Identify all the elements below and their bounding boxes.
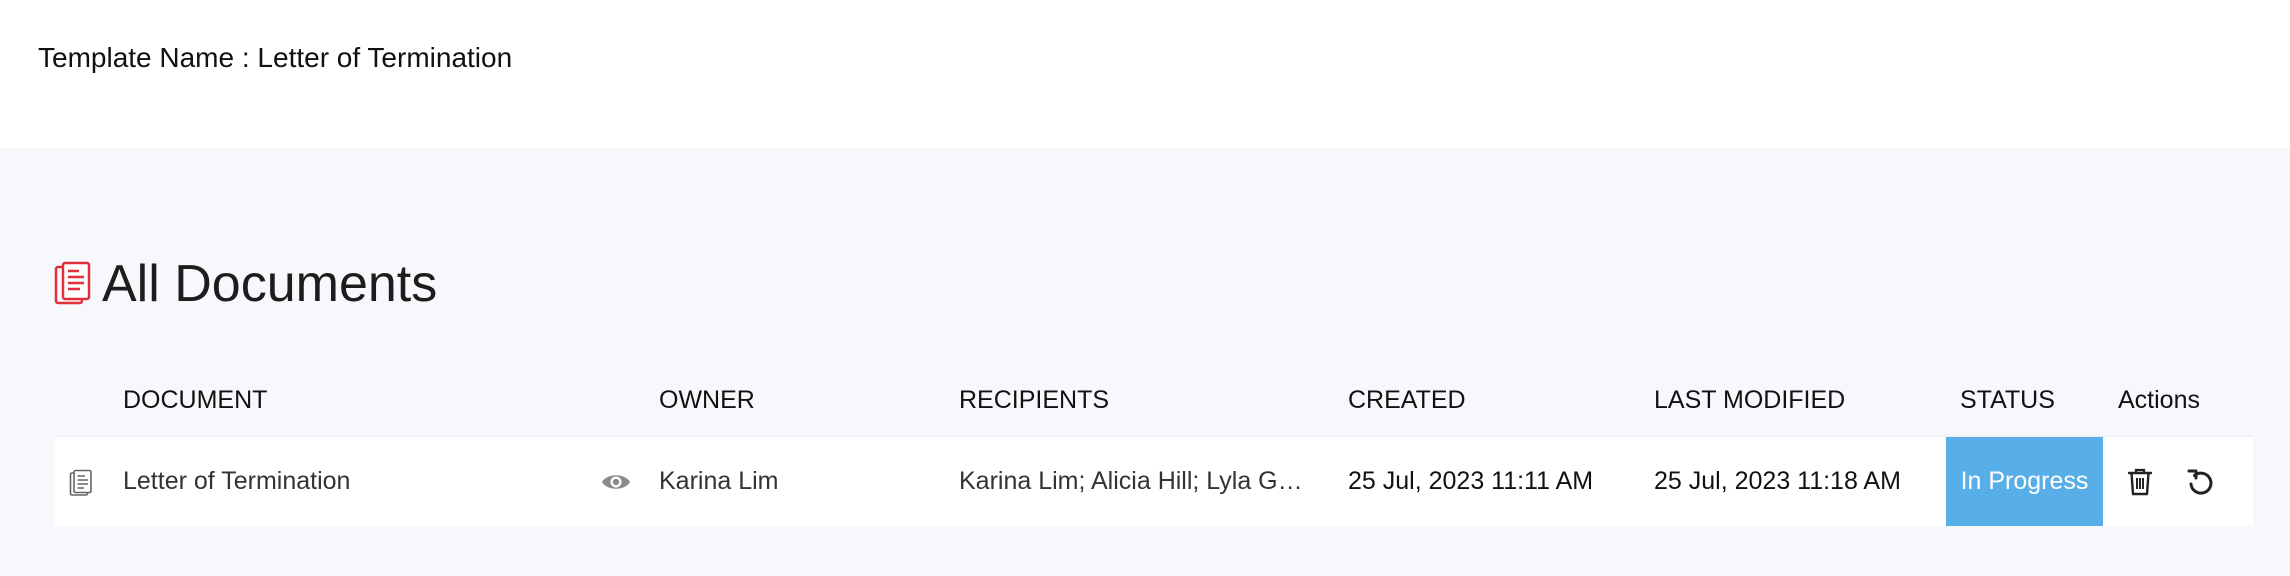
- section-title: All Documents: [54, 254, 437, 314]
- page-title: All Documents: [102, 255, 438, 313]
- column-header-created[interactable]: CREATED: [1348, 380, 1466, 420]
- document-name[interactable]: Letter of Termination: [123, 437, 350, 526]
- column-header-actions: Actions: [2118, 386, 2200, 414]
- column-header-status[interactable]: STATUS: [1960, 380, 2055, 420]
- trash-icon[interactable]: [2126, 467, 2154, 497]
- document-icon: [69, 469, 92, 496]
- template-name-label: Template Name : Letter of Termination: [38, 42, 513, 73]
- last-modified-date: 25 Jul, 2023 11:18 AM: [1654, 467, 1901, 495]
- recipients-list: Karina Lim; Alicia Hill; Lyla G…: [959, 467, 1303, 495]
- column-header-recipients[interactable]: RECIPIENTS: [959, 380, 1109, 420]
- created-date: 25 Jul, 2023 11:11 AM: [1348, 467, 1594, 495]
- owner-name: Karina Lim: [659, 467, 779, 495]
- table-row[interactable]: Letter of Termination Karina Lim Karina …: [55, 436, 2253, 526]
- eye-icon[interactable]: [601, 471, 631, 493]
- status-badge: In Progress: [1946, 437, 2103, 526]
- column-header-last-modified[interactable]: LAST MODIFIED: [1654, 380, 1845, 420]
- column-header-document[interactable]: DOCUMENT: [123, 380, 267, 420]
- table-header: DOCUMENT OWNER RECIPIENTS CREATED LAST M…: [55, 380, 2253, 436]
- column-header-owner[interactable]: OWNER: [659, 380, 755, 420]
- documents-icon: [54, 261, 91, 305]
- template-header: Template Name : Letter of Termination: [0, 0, 2290, 148]
- undo-icon[interactable]: [2186, 467, 2214, 497]
